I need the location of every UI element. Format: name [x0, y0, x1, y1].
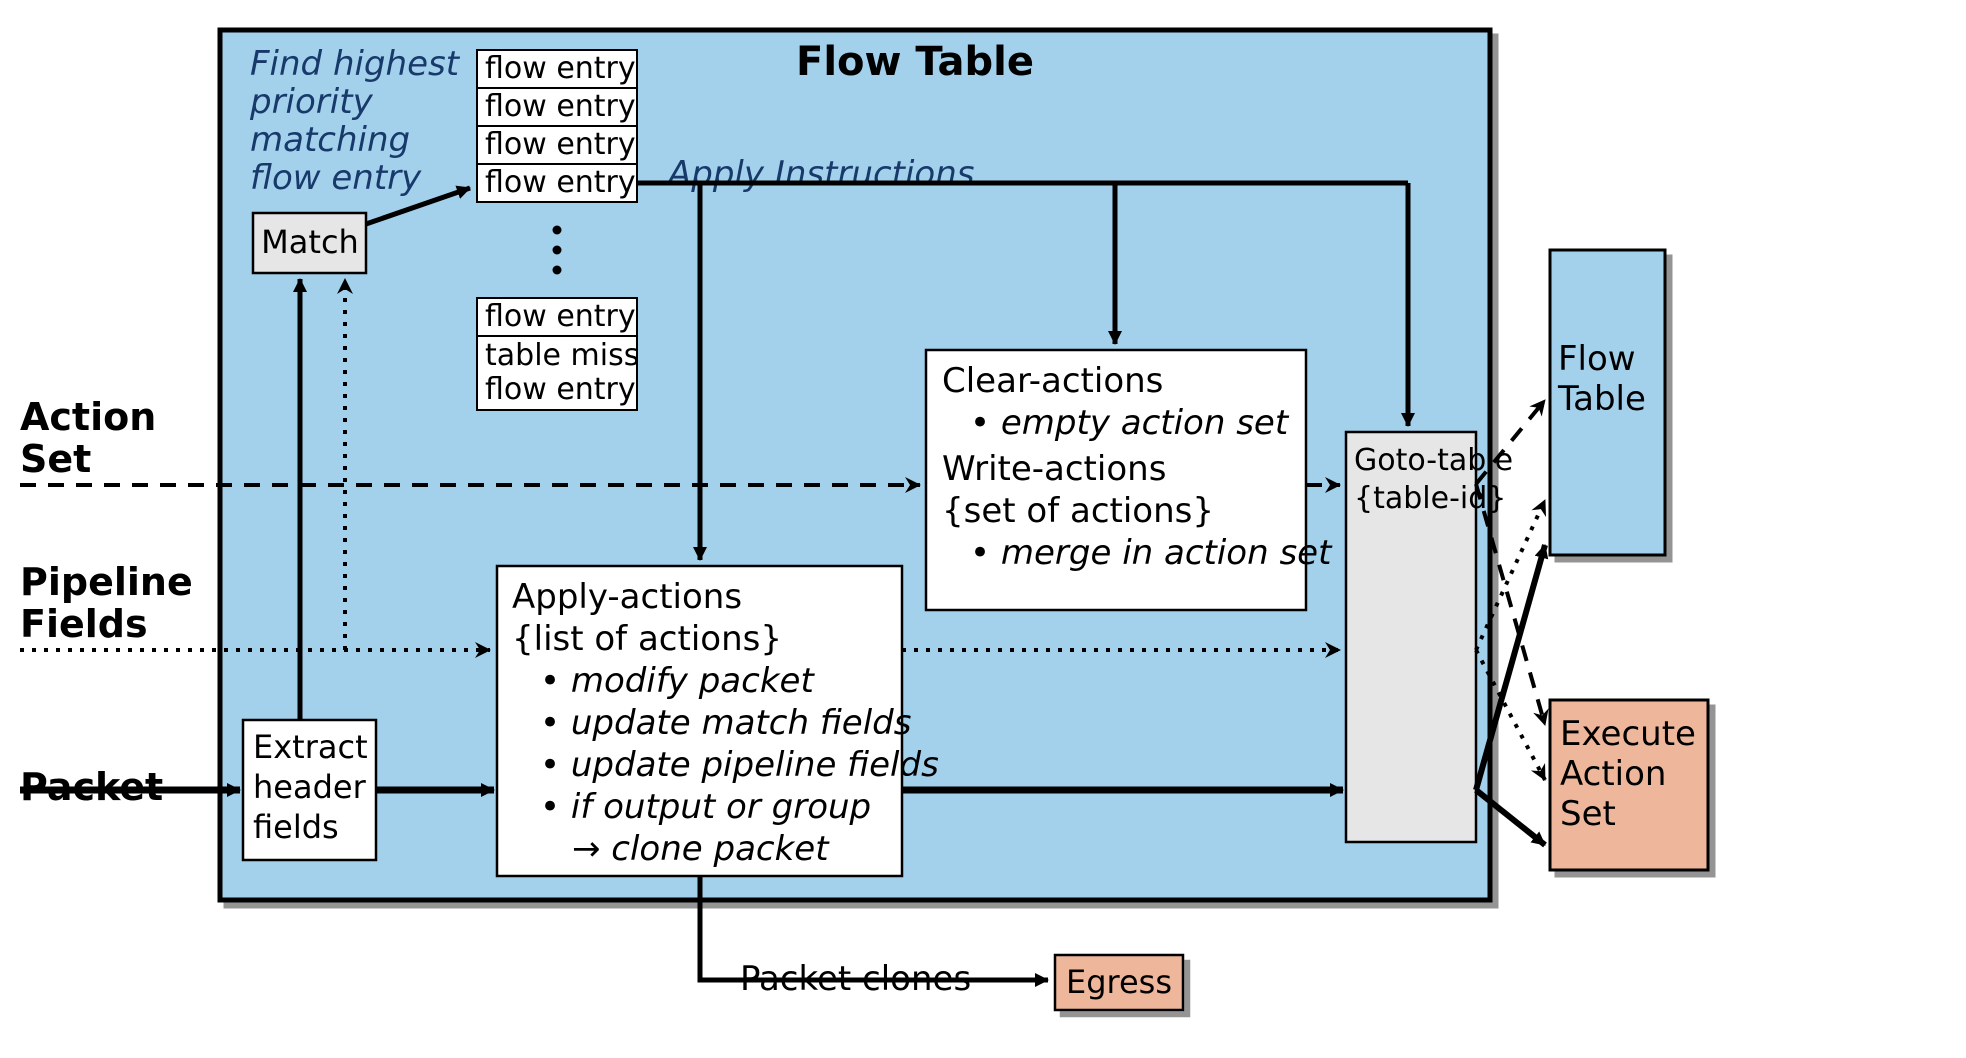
svg-text:Write-actions: Write-actions: [942, 449, 1166, 489]
flow-table-diagram: Flow Table Find highest priority matchin…: [0, 0, 1966, 1058]
svg-text:flow entry: flow entry: [485, 89, 636, 124]
svg-text:{set of actions}: {set of actions}: [942, 491, 1214, 531]
svg-text:{list of actions}: {list of actions}: [512, 619, 782, 659]
svg-text:flow entry: flow entry: [485, 51, 636, 86]
svg-text:Apply-actions: Apply-actions: [512, 577, 742, 617]
apply-instructions-annotation: Apply Instructions: [666, 154, 974, 194]
svg-text:flow entry: flow entry: [485, 165, 636, 200]
svg-text:flow entry: flow entry: [485, 299, 636, 334]
vertical-dots-icon: [553, 226, 562, 275]
svg-text:• modify packet: • modify packet: [540, 661, 815, 701]
svg-text:• merge in action set: • merge in action set: [970, 533, 1333, 573]
svg-text:ActionSet: ActionSet: [20, 395, 156, 481]
svg-text:flow entry: flow entry: [485, 127, 636, 162]
flow-entries-bottom: flow entry table missflow entry: [477, 298, 639, 410]
svg-text:• empty action set: • empty action set: [970, 403, 1290, 443]
next-flow-table-label: Flow Table: [1557, 339, 1646, 419]
svg-text:PipelineFields: PipelineFields: [20, 560, 193, 646]
diagram-title: Flow Table: [796, 39, 1034, 85]
svg-text:• update pipeline fields: • update pipeline fields: [540, 745, 939, 785]
left-labels: ActionSet PipelineFields Packet: [20, 395, 193, 809]
flow-entries-top: flow entry flow entry flow entry flow en…: [477, 50, 637, 202]
svg-text:→ clone packet: → clone packet: [572, 829, 830, 869]
svg-text:• if output or group: • if output or group: [540, 787, 871, 827]
svg-text:Clear-actions: Clear-actions: [942, 361, 1163, 401]
svg-text:table missflow entry: table missflow entry: [485, 338, 639, 407]
svg-text:• update match fields: • update match fields: [540, 703, 911, 743]
match-label: Match: [261, 223, 359, 261]
egress-label: Egress: [1066, 963, 1172, 1001]
